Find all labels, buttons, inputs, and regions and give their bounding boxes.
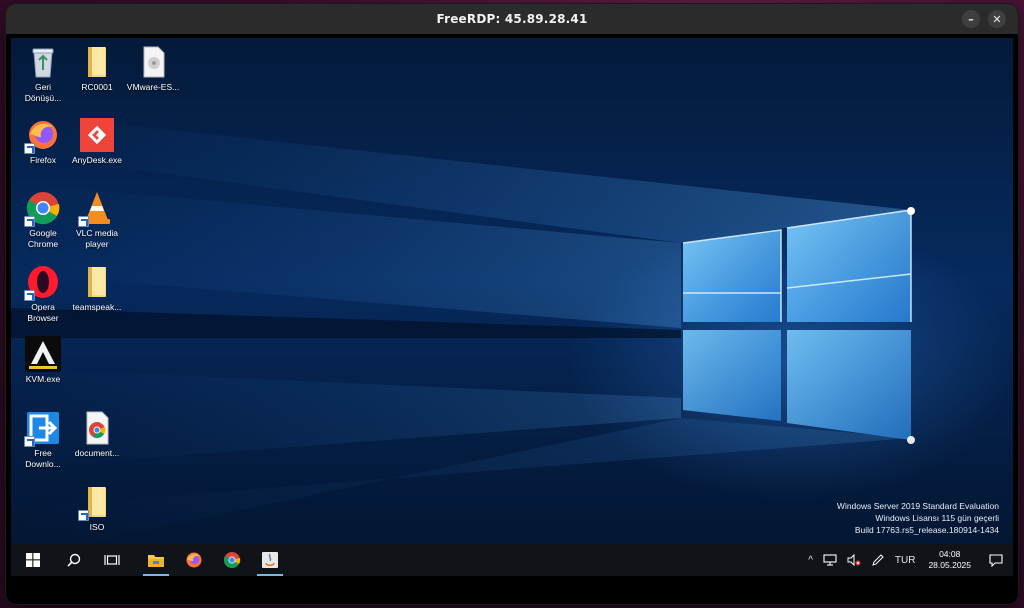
- search-icon: [67, 553, 81, 567]
- desktop-icon-recycle-bin[interactable]: Geri Dönüşü...: [13, 44, 73, 104]
- clock-time: 04:08: [939, 549, 961, 559]
- window-titlebar[interactable]: FreeRDP: 45.89.28.41 – ✕: [6, 4, 1018, 34]
- desktop-icon-teamspeak[interactable]: teamspeak...: [67, 264, 127, 313]
- show-hidden-icons-button[interactable]: ^: [803, 544, 818, 576]
- desktop-icon-rc0001[interactable]: RC0001: [67, 44, 127, 93]
- desktop-icon-firefox[interactable]: Firefox: [13, 117, 73, 166]
- notification-icon: [989, 553, 1003, 567]
- clock-date: 28.05.2025: [928, 560, 971, 570]
- desktop-icon-vlc[interactable]: VLC media player: [67, 190, 127, 250]
- desktop-icon-label: ISO: [89, 522, 105, 532]
- system-tray: ^ TUR 04:08 28.05.2025: [803, 544, 1013, 576]
- network-button[interactable]: [818, 544, 842, 576]
- desktop-icon-label: Geri: [34, 82, 52, 92]
- evaluation-watermark: Windows Server 2019 Standard Evaluation …: [837, 500, 999, 536]
- start-icon: [26, 553, 40, 567]
- watermark-license: Windows Lisansı 115 gün geçerli: [875, 513, 999, 523]
- desktop-icon-iso[interactable]: ISO: [67, 484, 127, 533]
- search-button[interactable]: [55, 544, 93, 576]
- input-language-button[interactable]: TUR: [890, 544, 921, 576]
- desktop-icon-label: player: [85, 239, 109, 249]
- firefox-taskbar-button[interactable]: [175, 544, 213, 576]
- desktop-icon-label: RC0001: [81, 82, 113, 92]
- taskbar: ^ TUR 04:08 28.05.2025: [11, 544, 1013, 576]
- desktop-icon-google-chrome[interactable]: Google Chrome: [13, 190, 73, 250]
- wallpaper: [11, 113, 915, 558]
- desktop-icon-label: Firefox: [30, 155, 56, 165]
- anydesk-icon: [79, 117, 115, 153]
- window-title: FreeRDP: 45.89.28.41: [436, 12, 588, 26]
- firefox-icon: [24, 117, 61, 154]
- folder-icon: [79, 264, 115, 300]
- vlc-icon: [78, 190, 115, 227]
- desktop-icon-label: VLC media: [75, 228, 119, 238]
- desktop-icon-label: Browser: [27, 313, 59, 323]
- recycle-bin-icon: [25, 44, 61, 80]
- shortcut-arrow-icon: [24, 290, 35, 301]
- shortcut-arrow-icon: [24, 143, 35, 154]
- chrome-taskbar-button[interactable]: [213, 544, 251, 576]
- desktop-icon-label: teamspeak...: [72, 302, 122, 312]
- shortcut-arrow-icon: [78, 216, 89, 227]
- desktop-icon-label: Free: [34, 448, 52, 458]
- desktop-icon-label: Google: [29, 228, 57, 238]
- pen-button[interactable]: [866, 544, 890, 576]
- java-taskbar-button[interactable]: [251, 544, 289, 576]
- action-center-button[interactable]: [979, 544, 1013, 576]
- clock[interactable]: 04:08 28.05.2025: [920, 549, 979, 571]
- file-explorer-icon: [148, 555, 164, 567]
- start-button[interactable]: [11, 544, 55, 576]
- minimize-button[interactable]: –: [962, 10, 980, 28]
- desktop-icon-vmware[interactable]: VMware-ES...: [123, 44, 183, 93]
- aurora-icon: [25, 336, 61, 372]
- network-icon: [823, 554, 837, 566]
- window-controls: – ✕: [962, 10, 1006, 28]
- remote-desktop[interactable]: Geri Dönüşü... RC0001 VMware-ES... Firef…: [11, 38, 1013, 576]
- freerdp-window: FreeRDP: 45.89.28.41 – ✕ Geri Dönüşü... …: [6, 4, 1018, 604]
- opera-icon: [24, 264, 61, 301]
- firefox-icon: [186, 552, 202, 568]
- desktop-icon-anydesk[interactable]: AnyDesk.exe: [67, 117, 127, 166]
- chrome-icon: [223, 552, 241, 569]
- desktop-icon-label: Opera: [31, 302, 55, 312]
- chrome-document-icon: [79, 410, 115, 446]
- file-explorer-button[interactable]: [137, 544, 175, 576]
- folder-icon: [79, 44, 115, 80]
- desktop-icon-free-download[interactable]: Free Downlo...: [13, 410, 73, 470]
- desktop-icon-label: Chrome: [27, 239, 59, 249]
- desktop-icon-opera[interactable]: Opera Browser: [13, 264, 73, 324]
- shortcut-arrow-icon: [78, 510, 89, 521]
- file-icon: [135, 44, 171, 80]
- desktop-icon-kvm[interactable]: KVM.exe: [13, 336, 73, 385]
- desktop-icon-label: KVM.exe: [25, 374, 61, 384]
- desktop-icon-label: VMware-ES...: [126, 82, 180, 92]
- desktop-icon-document[interactable]: document...: [67, 410, 127, 459]
- task-view-icon: [104, 555, 120, 565]
- close-button[interactable]: ✕: [988, 10, 1006, 28]
- java-icon: [262, 552, 278, 568]
- watermark-edition: Windows Server 2019 Standard Evaluation: [836, 501, 999, 511]
- task-view-button[interactable]: [93, 544, 131, 576]
- pen-icon: [872, 554, 884, 566]
- desktop-icon-label: AnyDesk.exe: [71, 155, 123, 165]
- chrome-icon: [24, 190, 61, 227]
- volume-button[interactable]: [842, 544, 866, 576]
- desktop-icon-label: Downlo...: [25, 459, 61, 469]
- shortcut-arrow-icon: [24, 216, 35, 227]
- folder-icon: [78, 484, 115, 521]
- desktop-icon-label: document...: [74, 448, 120, 458]
- watermark-build: Build 17763.rs5_release.180914-1434: [854, 525, 999, 535]
- desktop-icon-label: Dönüşü...: [24, 93, 62, 103]
- shortcut-arrow-icon: [24, 436, 35, 447]
- volume-muted-icon: [847, 554, 861, 566]
- download-icon: [24, 410, 61, 447]
- chevron-up-icon: ^: [808, 554, 813, 566]
